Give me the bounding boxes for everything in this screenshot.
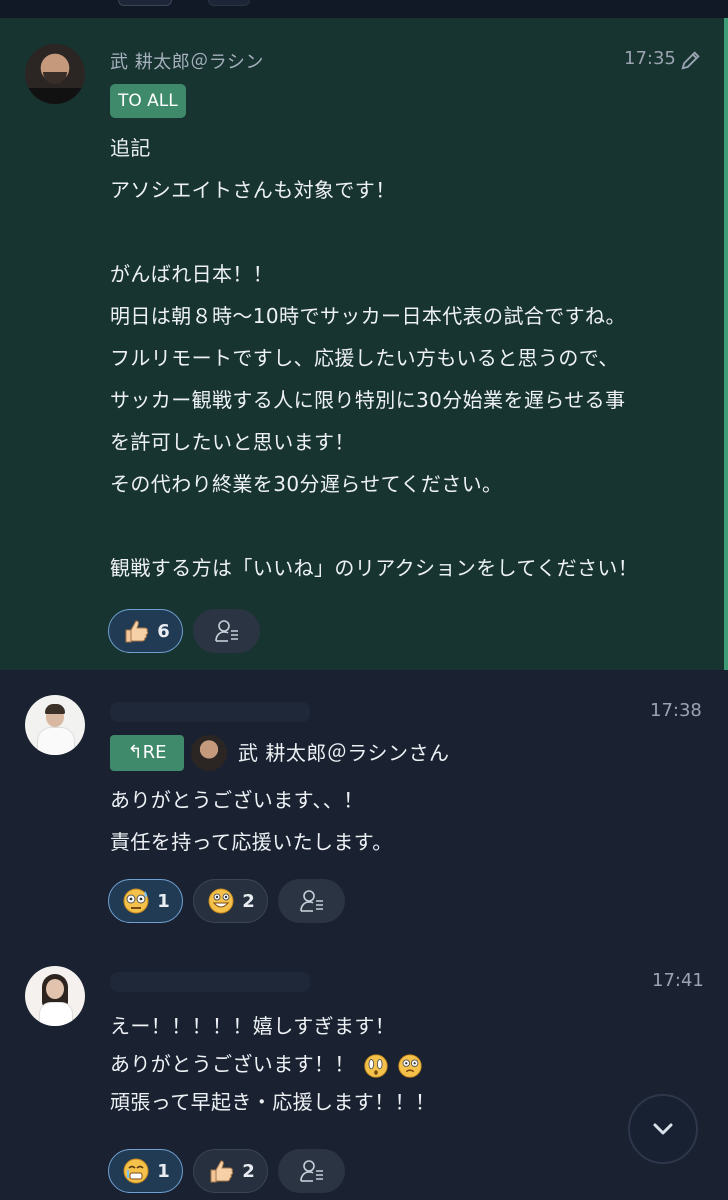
reply-arrow-icon: ↰ [127,742,143,763]
message-line: がんばれ日本！！ [110,262,274,286]
dizzy-face-icon [396,1052,424,1080]
reaction-count: 2 [242,890,255,912]
reply-to-name[interactable]: 武 耕太郎＠ラシンさん [238,737,449,766]
to-all-tag: TO ALL [110,84,186,118]
add-reaction-button[interactable] [193,609,260,653]
reaction-count: 2 [242,1160,255,1182]
message-line [110,505,638,547]
thumbs-up-icon [121,616,151,646]
message-line: その代わり終業を30分遅らせてください。 [110,472,503,496]
top-bar [0,0,728,18]
shocked-face-icon [362,1052,390,1080]
timestamp: 17:41 [652,970,704,991]
reaction-sweat-face[interactable]: 1 [108,879,183,923]
message-line: フルリモートですし、応援したい方もいると思うので、 [110,346,619,370]
message-line: を許可したいと思います！ [110,430,355,454]
thumbs-up-icon [206,1156,236,1186]
message-body: えー！！！！！嬉しすぎます！ ありがとうございます！！ 頑張って早起き・応援しま… [110,1007,435,1121]
message-line: サッカー観戦する人に限り特別に30分始業を遅らせる事 [110,388,626,412]
message-line [110,211,638,253]
message-line: 観戦する方は「いいね」のリアクションをしてください！ [110,556,639,580]
reaction-count: 6 [157,620,170,642]
avatar[interactable] [25,44,85,104]
author-name[interactable] [110,972,310,992]
message-line: えー！！！！！嬉しすぎます！ [110,1014,396,1038]
message-line: 頑張って早起き・応援します！！！ [110,1090,436,1114]
message-line: ありがとうございます、、！ [110,788,364,812]
crying-face-icon [121,1156,151,1186]
avatar[interactable] [25,695,85,755]
person-list-icon [212,616,242,646]
author-name[interactable] [110,702,310,722]
message-body: 追記 アソシエイトさんも対象です！ がんばれ日本！！ 明日は朝８時〜10時でサッ… [110,127,638,589]
timestamp: 17:35 [624,48,676,69]
person-list-icon [297,1156,327,1186]
message-text: ありがとうございます！！ [110,1052,355,1076]
tab-pill[interactable] [208,0,250,6]
grin-face-icon [206,886,236,916]
reaction-grin-face[interactable]: 2 [193,879,268,923]
avatar[interactable] [25,966,85,1026]
reaction-thumbs-up[interactable]: 6 [108,609,183,653]
person-list-icon [297,886,327,916]
message-body: ありがとうございます、、！ 責任を持って応援いたします。 [110,779,393,863]
pencil-icon[interactable] [680,49,702,71]
reaction-count: 1 [157,890,170,912]
message-line: 明日は朝８時〜10時でサッカー日本代表の試合ですね。 [110,304,626,328]
timestamp: 17:38 [650,700,702,721]
reply-label: RE [142,742,167,763]
add-reaction-button[interactable] [278,1149,345,1193]
chevron-down-icon [653,1123,673,1135]
add-reaction-button[interactable] [278,879,345,923]
scroll-to-bottom-button[interactable] [628,1094,698,1164]
sweat-face-icon [121,886,151,916]
tab-pill[interactable] [118,0,172,6]
reaction-crying-face[interactable]: 1 [108,1149,183,1193]
reaction-count: 1 [157,1160,170,1182]
message-line: ありがとうございます！！ [110,1045,435,1083]
reply-avatar[interactable] [191,735,227,771]
reaction-thumbs-up[interactable]: 2 [193,1149,268,1193]
message-line: アソシエイトさんも対象です！ [110,178,396,202]
message-line: 追記 [110,136,151,160]
message-line: 責任を持って応援いたします。 [110,830,393,854]
reply-tag[interactable]: ↰RE [110,735,184,771]
author-name[interactable]: 武 耕太郎＠ラシン [110,48,264,74]
